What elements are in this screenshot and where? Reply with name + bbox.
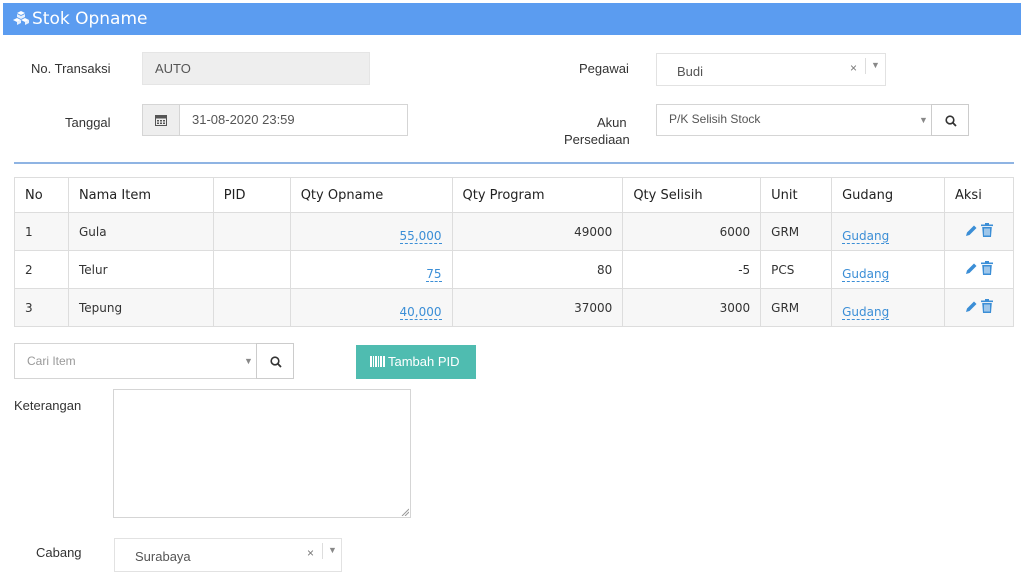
clear-icon[interactable]: × <box>850 61 857 75</box>
col-header-nama-item: Nama Item <box>67 177 214 213</box>
gudang-editable[interactable]: Gudang <box>842 267 890 282</box>
chevron-down-icon[interactable]: ▼ <box>871 60 880 70</box>
select-divider <box>322 543 323 559</box>
col-header-unit: Unit <box>760 177 833 213</box>
trash-icon[interactable] <box>981 261 994 278</box>
page-title: Stok Opname <box>13 9 148 29</box>
cell-no: 3 <box>14 288 69 327</box>
col-header-qty-selisih: Qty Selisih <box>622 177 762 213</box>
qty-opname-editable[interactable]: 40,000 <box>399 305 442 320</box>
pencil-icon[interactable] <box>965 300 978 316</box>
pegawai-value: Budi <box>677 64 704 79</box>
barcode-icon <box>370 356 385 367</box>
calendar-addon[interactable] <box>142 104 180 136</box>
cell-aksi <box>944 250 1014 289</box>
table-row: 3 Tepung 40,000 37000 3000 GRM Gudang <box>14 288 1014 327</box>
col-header-pid: PID <box>212 177 291 213</box>
cell-qty-selisih: 3000 <box>622 288 762 327</box>
tanggal-input[interactable]: 31-08-2020 23:59 <box>179 104 408 136</box>
gudang-editable[interactable]: Gudang <box>842 305 890 320</box>
cell-pid <box>212 288 291 327</box>
no-transaksi-label: No. Transaksi <box>31 61 111 76</box>
cabang-value: Surabaya <box>135 549 191 564</box>
col-header-qty-opname: Qty Opname <box>289 177 453 213</box>
clear-icon[interactable]: × <box>307 546 314 560</box>
cell-pid <box>212 250 291 289</box>
cell-unit: PCS <box>760 250 833 289</box>
akun-label-line2: Persediaan <box>564 132 630 147</box>
table-row: 2 Telur 75 80 -5 PCS Gudang <box>14 250 1014 289</box>
select-divider <box>865 58 866 74</box>
cell-aksi <box>944 288 1014 327</box>
trash-icon[interactable] <box>981 223 994 240</box>
cell-gudang: Gudang <box>831 250 945 289</box>
akun-value: P/K Selisih Stock <box>669 112 761 126</box>
cell-pid <box>212 212 291 251</box>
cell-nama-item: Tepung <box>67 288 214 327</box>
col-header-gudang: Gudang <box>831 177 945 213</box>
tambah-pid-label: Tambah PID <box>388 354 460 369</box>
cell-no: 1 <box>14 212 69 251</box>
col-header-qty-program: Qty Program <box>451 177 624 213</box>
qty-opname-editable[interactable]: 55,000 <box>399 229 442 244</box>
akun-select[interactable]: P/K Selisih Stock ▼ <box>656 104 932 136</box>
cell-qty-selisih: 6000 <box>622 212 762 251</box>
cell-unit: GRM <box>760 288 833 327</box>
pencil-icon[interactable] <box>965 262 978 278</box>
pencil-icon[interactable] <box>965 224 978 240</box>
cell-qty-program: 80 <box>451 250 624 289</box>
tambah-pid-button[interactable]: Tambah PID <box>356 345 476 379</box>
tanggal-value: 31-08-2020 23:59 <box>192 112 295 127</box>
tanggal-label: Tanggal <box>65 115 111 130</box>
cell-qty-opname: 55,000 <box>289 212 453 251</box>
cell-qty-program: 37000 <box>451 288 624 327</box>
table-header-row: No Nama Item PID Qty Opname Qty Program … <box>14 177 1014 213</box>
cell-qty-selisih: -5 <box>622 250 762 289</box>
chevron-down-icon[interactable]: ▼ <box>919 115 928 125</box>
chevron-down-icon[interactable]: ▼ <box>244 356 253 366</box>
keterangan-textarea[interactable] <box>113 389 411 518</box>
cell-nama-item: Telur <box>67 250 214 289</box>
cell-gudang: Gudang <box>831 212 945 251</box>
pegawai-label: Pegawai <box>579 61 629 76</box>
cell-gudang: Gudang <box>831 288 945 327</box>
section-divider <box>14 162 1014 164</box>
no-transaksi-value: AUTO <box>155 61 191 76</box>
col-header-aksi: Aksi <box>944 177 1014 213</box>
cell-aksi <box>944 212 1014 251</box>
akun-label-line1: Akun <box>597 115 627 130</box>
resize-handle-icon[interactable] <box>401 508 409 516</box>
cari-item-select[interactable]: Cari Item ▼ <box>14 343 257 379</box>
stok-opname-table: No Nama Item PID Qty Opname Qty Program … <box>14 177 1014 327</box>
cell-nama-item: Gula <box>67 212 214 251</box>
cari-item-placeholder: Cari Item <box>27 354 76 368</box>
trash-icon[interactable] <box>981 299 994 316</box>
akun-search-button[interactable] <box>931 104 969 136</box>
cell-no: 2 <box>14 250 69 289</box>
keterangan-label: Keterangan <box>14 398 82 413</box>
gudang-editable[interactable]: Gudang <box>842 229 890 244</box>
page-title-text: Stok Opname <box>32 9 148 29</box>
cell-unit: GRM <box>760 212 833 251</box>
cell-qty-program: 49000 <box>451 212 624 251</box>
calendar-icon <box>155 115 167 126</box>
cabang-label: Cabang <box>36 545 82 560</box>
col-header-no: No <box>14 177 69 213</box>
panel-header: Stok Opname <box>3 3 1021 35</box>
cell-qty-opname: 40,000 <box>289 288 453 327</box>
search-icon <box>270 356 282 368</box>
table-row: 1 Gula 55,000 49000 6000 GRM Gudang <box>14 212 1014 251</box>
chevron-down-icon[interactable]: ▼ <box>328 545 337 555</box>
cell-qty-opname: 75 <box>289 250 453 289</box>
cabang-select[interactable]: Surabaya × ▼ <box>114 538 342 572</box>
pegawai-select[interactable]: Budi × ▼ <box>656 53 886 86</box>
no-transaksi-field: AUTO <box>142 52 370 85</box>
search-icon <box>945 115 957 127</box>
cubes-icon <box>13 11 29 25</box>
cari-item-search-button[interactable] <box>256 343 294 379</box>
qty-opname-editable[interactable]: 75 <box>426 267 442 282</box>
